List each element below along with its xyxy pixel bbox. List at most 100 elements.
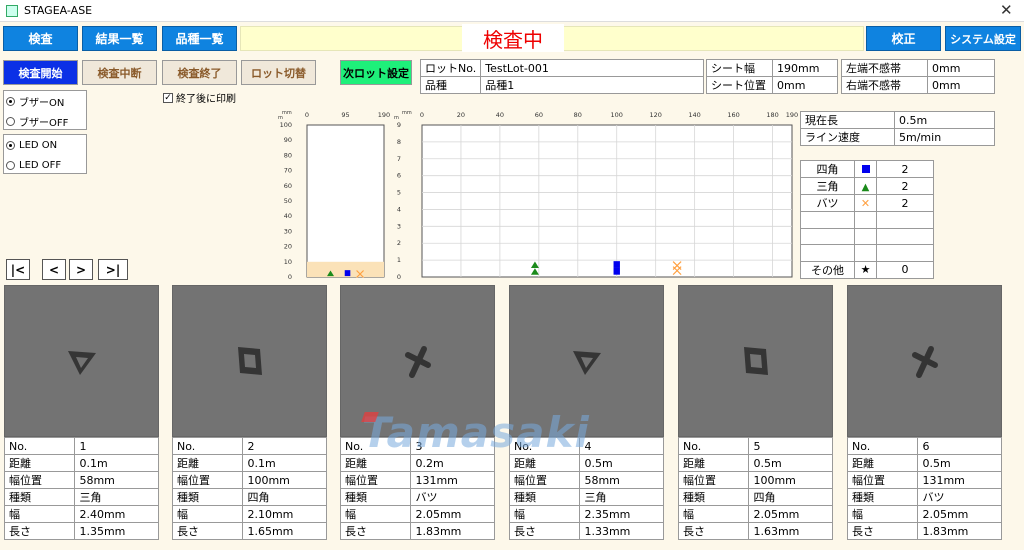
- defect-image[interactable]: [678, 285, 833, 437]
- defect-detail-row: 距離 0.1m: [3, 454, 159, 472]
- defect-width-value: 2.40mm: [74, 505, 159, 523]
- defect-kind-value: 三角: [579, 488, 664, 506]
- defect-detail-table: No. 2 距離 0.1m 幅位置 100mm 種類 四角幅 2.10mm 長さ 1.65mm: [171, 437, 327, 540]
- defect-width-value: 2.05mm: [748, 505, 833, 523]
- defect-width-label: 幅: [3, 505, 76, 523]
- y-unit-label: m: [278, 115, 283, 121]
- defect-card[interactable]: No. 1 距離 0.1m 幅位置 58mm 種類 三角幅 2.40mm 長さ 1.35mm: [3, 285, 159, 540]
- defect-kind-value: バツ: [917, 488, 1002, 506]
- defect-card[interactable]: No. 6 距離 0.5m 幅位置 131mm 種類 バツ幅 2.05mm 長さ 1.83mm: [846, 285, 1002, 540]
- defect-kind-label: 種類: [3, 488, 76, 506]
- system-settings-button[interactable]: システム設定: [945, 26, 1021, 51]
- defect-length-label: 長さ: [339, 522, 412, 540]
- defect-detail-row: 種類 四角: [677, 488, 833, 506]
- defect-detail-row: 種類 三角: [508, 488, 664, 506]
- led-group: LED ON LED OFF: [3, 134, 87, 174]
- legend-name: バツ: [800, 194, 855, 212]
- defect-width-value: 2.10mm: [242, 505, 327, 523]
- radio-selected-icon[interactable]: [6, 96, 15, 106]
- led-off-radio[interactable]: LED OFF: [6, 155, 86, 175]
- buzzer-on-radio[interactable]: ブザーON: [6, 91, 86, 111]
- y-tick-label: 100: [280, 121, 292, 129]
- length-chart-svg: 0 20 40 60 80 100 120 140 160 180 190 9 8 7 6 5 4 3 2 1 0 mmm: [394, 110, 798, 281]
- legend-count: [876, 244, 934, 262]
- next-lot-settings-button[interactable]: 次ロット設定: [340, 60, 412, 85]
- lot-switch-button[interactable]: ロット切替: [241, 60, 316, 85]
- legend-row: 三角 ▲ 2: [800, 177, 934, 195]
- y-tick-label: 90: [284, 136, 292, 144]
- legend-row: バツ ✕ 2: [800, 194, 934, 212]
- defect-pos-label: 幅位置: [677, 471, 750, 489]
- prev-page-button[interactable]: <: [42, 259, 66, 280]
- defect-detail-row: 幅 2.35mm: [508, 505, 664, 523]
- legend-name: 三角: [800, 177, 855, 195]
- y-tick-label: 20: [284, 243, 292, 251]
- defect-detail-row: No. 5: [677, 437, 833, 455]
- defect-detail-row: 長さ 1.83mm: [846, 522, 1002, 540]
- legend-count: [876, 227, 934, 245]
- sheet-position-value: 0mm: [772, 76, 838, 94]
- defect-length-value: 1.83mm: [410, 522, 495, 540]
- checkbox-check-icon[interactable]: ✓: [163, 92, 173, 103]
- first-page-button[interactable]: |<: [6, 259, 30, 280]
- defect-detail-row: No. 1: [3, 437, 159, 455]
- print-after-checkbox[interactable]: ✓ 終了後に印刷: [163, 90, 236, 105]
- legend-name: 四角: [800, 160, 855, 178]
- defect-no-label: No.: [846, 437, 919, 455]
- legend-count: 2: [876, 194, 934, 212]
- defect-width-label: 幅: [677, 505, 750, 523]
- product-value: 品種1: [480, 76, 704, 94]
- watermark-logo: Tamasaki: [362, 408, 590, 457]
- x-tick-label: 190: [786, 111, 798, 119]
- radio-unselected-icon[interactable]: [6, 160, 15, 170]
- led-off-label: LED OFF: [19, 159, 62, 171]
- defect-image[interactable]: [172, 285, 327, 437]
- end-inspection-button[interactable]: 検査終了: [162, 60, 237, 85]
- defect-detail-row: 長さ 1.63mm: [677, 522, 833, 540]
- defect-image[interactable]: [847, 285, 1002, 437]
- radio-selected-icon[interactable]: [6, 140, 15, 150]
- x-tick-label: 0: [305, 111, 309, 119]
- x-tick-label: 40: [496, 111, 504, 119]
- buzzer-off-radio[interactable]: ブザーOFF: [6, 111, 86, 131]
- x-tick-label: 190: [378, 111, 390, 119]
- radio-unselected-icon[interactable]: [6, 116, 15, 126]
- x-tick-label: 100: [611, 111, 623, 119]
- defect-length-value: 1.65mm: [242, 522, 327, 540]
- last-page-button[interactable]: >|: [98, 259, 128, 280]
- start-inspection-button[interactable]: 検査開始: [3, 60, 78, 85]
- defect-detail-row: No. 2: [171, 437, 327, 455]
- results-list-button[interactable]: 結果一覧: [82, 26, 157, 51]
- defect-card[interactable]: No. 2 距離 0.1m 幅位置 100mm 種類 四角幅 2.10mm 長さ 1.65mm: [171, 285, 327, 540]
- defect-image[interactable]: [4, 285, 159, 437]
- buzzer-off-label: ブザーOFF: [19, 117, 69, 129]
- defect-width-value: 2.35mm: [579, 505, 664, 523]
- defect-card[interactable]: No. 5 距離 0.5m 幅位置 100mm 種類 四角幅 2.05mm 長さ 1.63mm: [677, 285, 833, 540]
- defect-no-value: 6: [917, 437, 1002, 455]
- y-unit-label: m: [394, 115, 399, 121]
- next-page-button[interactable]: >: [69, 259, 93, 280]
- led-on-radio[interactable]: LED ON: [6, 135, 86, 155]
- x-tick-label: 180: [766, 111, 778, 119]
- defect-width-label: 幅: [339, 505, 412, 523]
- y-tick-label: 2: [397, 239, 401, 247]
- square-defect-icon: [743, 347, 768, 375]
- defect-detail-row: 種類 バツ: [846, 488, 1002, 506]
- defect-dist-value: 0.2m: [410, 454, 495, 472]
- defect-no-value: 1: [74, 437, 159, 455]
- pause-inspection-button[interactable]: 検査中断: [82, 60, 157, 85]
- plot-area: [306, 124, 385, 278]
- defect-pos-label: 幅位置: [3, 471, 76, 489]
- defect-dist-value: 0.5m: [748, 454, 833, 472]
- inspect-button[interactable]: 検査: [3, 26, 78, 51]
- close-icon[interactable]: ✕: [1000, 1, 1013, 19]
- product-label: 品種: [419, 76, 482, 94]
- product-list-button[interactable]: 品種一覧: [162, 26, 237, 51]
- defect-pos-value: 100mm: [242, 471, 327, 489]
- legend-count: 0: [876, 260, 934, 279]
- calibrate-button[interactable]: 校正: [866, 26, 941, 51]
- defect-length-label: 長さ: [677, 522, 750, 540]
- defect-kind-label: 種類: [677, 488, 750, 506]
- defect-pos-label: 幅位置: [508, 471, 581, 489]
- legend-row: 四角 2: [800, 160, 934, 178]
